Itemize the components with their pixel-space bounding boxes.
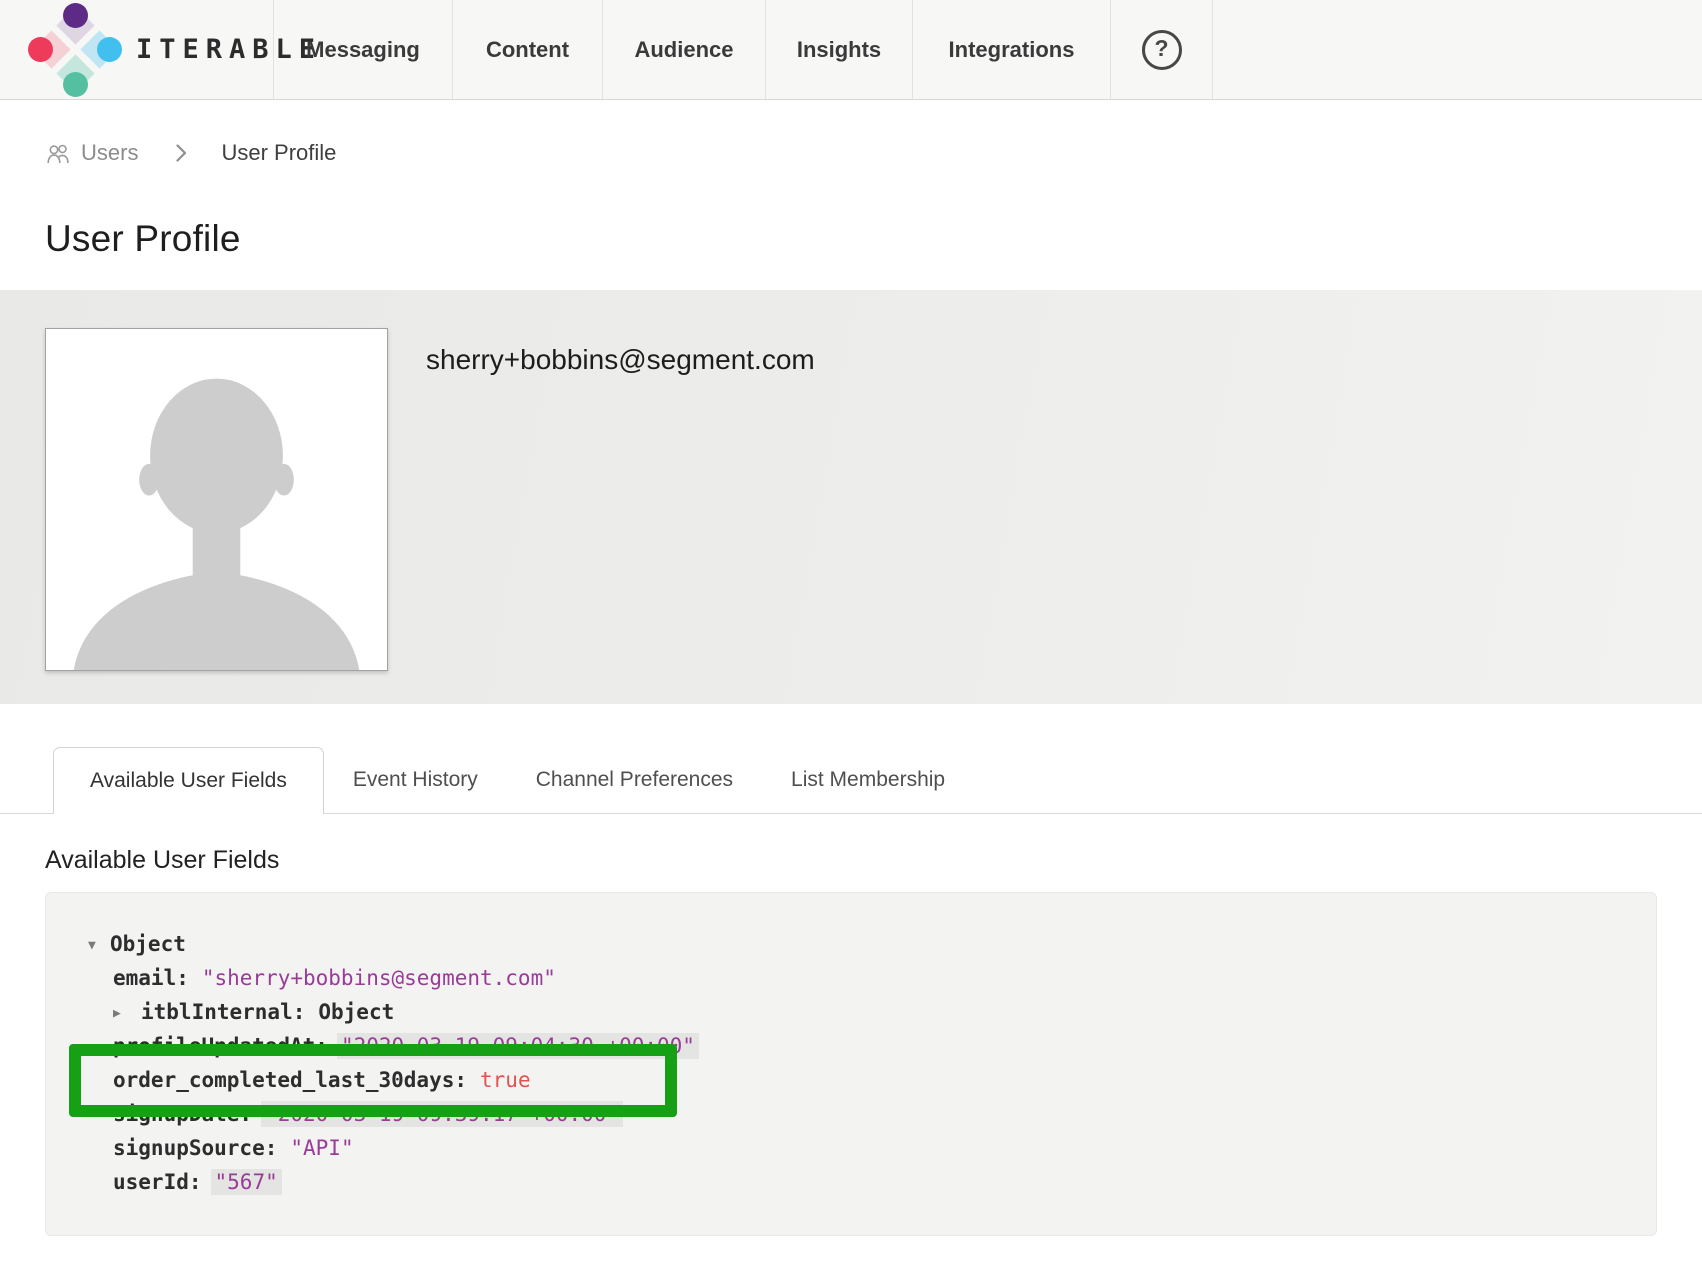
breadcrumb: Users User Profile <box>0 138 1702 168</box>
profile-tabs: Available User Fields Event History Chan… <box>0 746 1702 814</box>
nav-item-audience[interactable]: Audience <box>602 0 765 99</box>
tree-row-itblinternal: ▶itblInternal: Object <box>46 995 1656 1029</box>
field-key: itblInternal: <box>141 1000 305 1024</box>
profile-hero: sherry+bobbins@segment.com <box>0 290 1702 704</box>
help-button[interactable]: ? <box>1110 0 1213 99</box>
tree-row-profileupdatedat: profileUpdatedAt: "2020-03-19 09:04:30 +0… <box>46 1029 1656 1063</box>
field-value: "API" <box>290 1136 353 1160</box>
page-title: User Profile <box>45 218 1702 260</box>
nav-item-content[interactable]: Content <box>452 0 602 99</box>
field-value: true <box>480 1068 531 1092</box>
field-value: Object <box>318 1000 394 1024</box>
user-fields-json-viewer: ▼Object email:"sherry+bobbins@segment.co… <box>45 892 1657 1236</box>
field-key: profileUpdatedAt: <box>113 1034 328 1058</box>
nav-item-insights[interactable]: Insights <box>765 0 912 99</box>
field-value: "567" <box>211 1169 282 1195</box>
field-value: "sherry+bobbins@segment.com" <box>202 966 556 990</box>
nav-item-messaging[interactable]: Messaging <box>273 0 452 99</box>
breadcrumb-current: User Profile <box>221 140 336 166</box>
field-value: "2020-03-19 09:39:17 +00:00" <box>261 1101 623 1127</box>
section-heading: Available User Fields <box>45 846 1702 875</box>
tree-row-email: email: "sherry+bobbins@segment.com" <box>46 961 1656 995</box>
tab-available-user-fields[interactable]: Available User Fields <box>53 747 324 814</box>
users-icon <box>45 143 73 164</box>
field-key: order_completed_last_30days: <box>113 1068 467 1092</box>
help-icon: ? <box>1142 30 1182 70</box>
profile-email: sherry+bobbins@segment.com <box>426 344 815 376</box>
breadcrumb-users-link[interactable]: Users <box>45 140 138 166</box>
breadcrumb-users-label: Users <box>81 140 138 166</box>
iterable-logo-icon <box>28 3 122 97</box>
top-nav: ITERABLE Messaging Content Audience Insi… <box>0 0 1702 100</box>
tree-row-signupsource: signupSource: "API" <box>46 1131 1656 1165</box>
expand-collapse-icon[interactable]: ▶ <box>113 997 141 1031</box>
field-value: "2020-03-19 09:04:30 +00:00" <box>337 1033 699 1059</box>
tree-row-root: ▼Object <box>46 927 1656 961</box>
field-key: userId: <box>113 1170 202 1194</box>
tree-row-order-completed: order_completed_last_30days: true <box>46 1063 1656 1097</box>
expand-collapse-icon[interactable]: ▼ <box>88 929 110 963</box>
nav-item-integrations[interactable]: Integrations <box>912 0 1110 99</box>
field-key: email: <box>113 966 189 990</box>
iterable-logo[interactable]: ITERABLE <box>0 0 273 99</box>
tab-channel-preferences[interactable]: Channel Preferences <box>507 747 762 813</box>
field-key: signupDate: <box>113 1102 252 1126</box>
tree-row-signupdate: signupDate: "2020-03-19 09:39:17 +00:00" <box>46 1097 1656 1131</box>
field-key: signupSource: <box>113 1136 277 1160</box>
avatar <box>45 328 388 671</box>
root-object-label: Object <box>110 932 186 956</box>
tab-event-history[interactable]: Event History <box>324 747 507 813</box>
chevron-right-icon <box>176 144 187 162</box>
avatar-placeholder-icon <box>46 329 387 670</box>
tree-row-userid: userId: "567" <box>46 1165 1656 1199</box>
tab-list-membership[interactable]: List Membership <box>762 747 974 813</box>
